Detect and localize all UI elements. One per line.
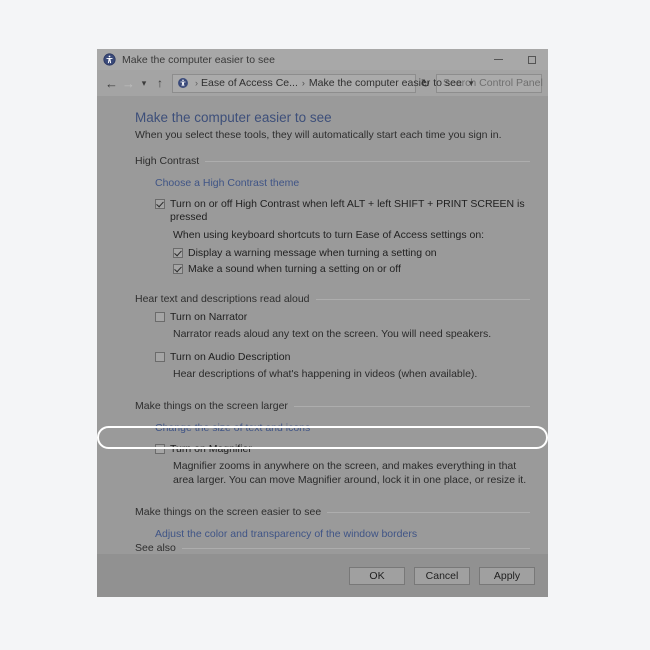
breadcrumb-lead-separator: ›: [195, 78, 198, 88]
section-header-high-contrast: High Contrast: [135, 155, 530, 167]
audio-description-description: Hear descriptions of what's happening in…: [173, 368, 478, 380]
chevron-down-icon: ▾: [141, 77, 147, 88]
recent-locations-button[interactable]: ▾: [137, 73, 151, 93]
forward-arrow-icon: →: [122, 75, 135, 91]
checkbox-label: Turn on Narrator: [170, 311, 248, 323]
high-contrast-note: When using keyboard shortcuts to turn Ea…: [173, 229, 485, 241]
high-contrast-link-row: Choose a High Contrast theme: [155, 173, 530, 191]
cancel-button[interactable]: Cancel: [414, 566, 470, 585]
up-arrow-icon: ↑: [157, 76, 163, 90]
minimize-button[interactable]: [482, 49, 515, 70]
section-rule: [315, 298, 530, 300]
page-title: Make the computer easier to see: [135, 110, 332, 125]
checkbox-make-sound[interactable]: [173, 264, 183, 274]
page-subtitle: When you select these tools, they will a…: [135, 129, 502, 141]
checkbox-turn-on-narrator[interactable]: [155, 312, 165, 322]
checkbox-high-contrast-shortcut[interactable]: [155, 199, 165, 209]
up-button[interactable]: ↑: [151, 73, 169, 93]
narrator-description: Narrator reads aloud any text on the scr…: [173, 328, 492, 340]
address-bar[interactable]: › Ease of Access Ce... › Make the comput…: [172, 73, 473, 93]
section-rule: [205, 160, 530, 162]
section-label: Hear text and descriptions read aloud: [135, 293, 310, 305]
section-label: High Contrast: [135, 155, 200, 167]
maximize-icon: [527, 55, 536, 64]
link-change-size-of-text-and-icons[interactable]: Change the size of text and icons: [155, 422, 310, 434]
checkbox-label: Turn on Magnifier: [170, 443, 252, 455]
ok-button[interactable]: OK: [349, 566, 405, 585]
section-header-see-also: See also: [97, 542, 548, 554]
section-label: Make things on the screen easier to see: [135, 506, 322, 518]
checkbox-row-high-contrast-shortcut[interactable]: Turn on or off High Contrast when left A…: [155, 198, 530, 224]
section-header-hear-text: Hear text and descriptions read aloud: [135, 293, 530, 305]
checkbox-turn-on-audio-description[interactable]: [155, 352, 165, 362]
dialog-footer: OK Cancel Apply: [97, 554, 548, 597]
link-choose-high-contrast-theme[interactable]: Choose a High Contrast theme: [155, 177, 299, 189]
section-label: See also: [135, 542, 176, 554]
section-label: Make things on the screen larger: [135, 400, 288, 412]
checkbox-display-warning[interactable]: [173, 248, 183, 258]
breadcrumb-item-ease-of-access[interactable]: Ease of Access Ce...: [201, 77, 298, 89]
apply-button[interactable]: Apply: [479, 566, 535, 585]
checkbox-row-make-sound[interactable]: Make a sound when turning a setting on o…: [173, 263, 530, 276]
breadcrumb-separator: ›: [301, 78, 305, 88]
forward-button[interactable]: →: [120, 73, 137, 93]
window-title: Make the computer easier to see: [122, 53, 275, 66]
section-rule: [327, 511, 530, 513]
checkbox-row-display-warning[interactable]: Display a warning message when turning a…: [173, 247, 530, 260]
checkbox-turn-on-magnifier[interactable]: [155, 444, 165, 454]
link-adjust-color-and-transparency[interactable]: Adjust the color and transparency of the…: [155, 528, 417, 540]
window-controls: [482, 49, 548, 70]
checkbox-label: Turn on Audio Description: [170, 351, 291, 363]
minimize-icon: [494, 59, 503, 60]
ease-of-access-icon: [103, 53, 116, 66]
content-pane: Make the computer easier to see When you…: [97, 96, 548, 554]
breadcrumb-item-current[interactable]: Make the computer easier to see: [309, 77, 462, 89]
checkbox-row-narrator[interactable]: Turn on Narrator: [155, 311, 530, 324]
screen-larger-link-row: Change the size of text and icons: [155, 418, 530, 436]
control-panel-icon: [178, 78, 188, 88]
back-button[interactable]: ←: [103, 73, 120, 93]
checkbox-label: Turn on or off High Contrast when left A…: [170, 198, 525, 223]
back-arrow-icon: ←: [105, 75, 118, 91]
section-rule: [181, 547, 530, 549]
checkbox-label: Display a warning message when turning a…: [188, 247, 437, 259]
checkbox-row-magnifier[interactable]: Turn on Magnifier: [155, 443, 530, 456]
checkbox-label: Make a sound when turning a setting on o…: [188, 263, 401, 275]
section-rule: [293, 405, 530, 407]
window-titlebar[interactable]: Make the computer easier to see: [97, 49, 548, 70]
control-panel-window: Make the computer easier to see ← → ▾ ↑: [97, 49, 548, 597]
section-header-easier-to-see: Make things on the screen easier to see: [135, 506, 530, 518]
magnifier-description: Magnifier zooms in anywhere on the scree…: [173, 460, 527, 486]
maximize-button[interactable]: [515, 49, 548, 70]
window-borders-link-row: Adjust the color and transparency of the…: [155, 524, 530, 542]
checkbox-row-audio-description[interactable]: Turn on Audio Description: [155, 351, 530, 364]
address-dropdown-icon[interactable]: ▾: [462, 78, 481, 89]
navigation-bar: ← → ▾ ↑ › Ease of Access Ce... › Make th…: [97, 70, 548, 96]
section-header-screen-larger: Make things on the screen larger: [135, 400, 530, 412]
